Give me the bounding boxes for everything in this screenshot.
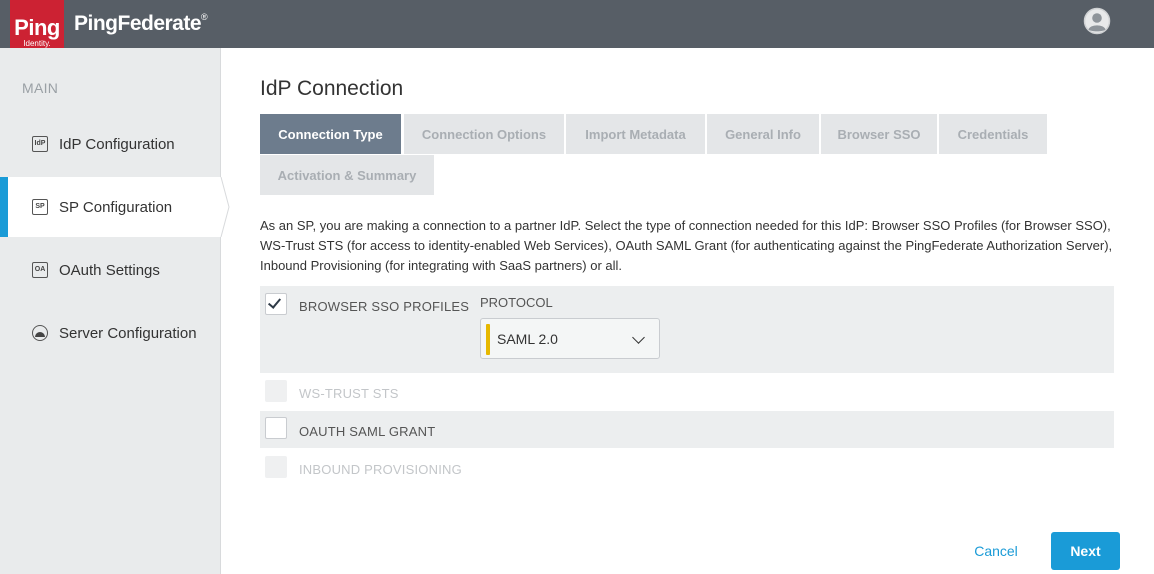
server-icon	[32, 325, 48, 341]
sp-icon: SP	[32, 199, 48, 215]
product-name-text: PingFederate	[74, 12, 202, 35]
sidebar-item-sp-configuration[interactable]: SP SP Configuration	[0, 177, 221, 237]
sidebar-item-idp-configuration[interactable]: IdP IdP Configuration	[0, 114, 221, 174]
option-row-inbound-provisioning: INBOUND PROVISIONING	[260, 449, 1114, 486]
sidebar: MAIN IdP IdP Configuration SP SP Configu…	[0, 48, 221, 574]
tab-import-metadata[interactable]: Import Metadata	[566, 114, 705, 154]
ws-trust-checkbox	[265, 380, 287, 402]
option-row-ws-trust: WS-TRUST STS	[260, 374, 1114, 411]
tab-connection-type[interactable]: Connection Type	[260, 114, 401, 154]
logo-subtext: Identity.	[23, 39, 51, 48]
ping-identity-logo[interactable]: Ping Identity.	[10, 0, 64, 52]
idp-icon: IdP	[32, 136, 48, 152]
sidebar-item-label: Server Configuration	[59, 324, 197, 342]
chevron-down-icon	[632, 331, 645, 344]
oauth-icon: OA	[32, 262, 48, 278]
sidebar-item-label: IdP Configuration	[59, 135, 175, 153]
tab-activation-summary[interactable]: Activation & Summary	[260, 155, 434, 195]
page-title: IdP Connection	[260, 77, 404, 100]
sidebar-item-label: OAuth Settings	[59, 261, 160, 279]
option-label: WS-TRUST STS	[299, 386, 399, 401]
sidebar-item-label: SP Configuration	[59, 198, 173, 216]
protocol-select[interactable]: SAML 2.0	[480, 318, 660, 359]
next-button[interactable]: Next	[1051, 532, 1120, 570]
active-indicator	[0, 177, 8, 237]
protocol-value: SAML 2.0	[497, 331, 558, 347]
tab-general-info[interactable]: General Info	[707, 114, 819, 154]
description-text: As an SP, you are making a connection to…	[260, 218, 1113, 273]
cancel-button[interactable]: Cancel	[958, 532, 1034, 570]
logo-text: Ping	[14, 15, 60, 40]
tab-browser-sso[interactable]: Browser SSO	[821, 114, 937, 154]
product-name: PingFederate®	[74, 12, 208, 36]
required-accent	[486, 324, 490, 355]
browser-sso-checkbox[interactable]	[265, 293, 287, 315]
sidebar-heading: MAIN	[22, 80, 59, 96]
option-row-oauth-saml-grant: OAUTH SAML GRANT	[260, 411, 1114, 448]
option-label: INBOUND PROVISIONING	[299, 462, 462, 477]
oauth-saml-grant-checkbox[interactable]	[265, 417, 287, 439]
user-avatar-icon[interactable]	[1083, 7, 1111, 35]
tab-connection-options[interactable]: Connection Options	[404, 114, 564, 154]
sidebar-item-oauth-settings[interactable]: OA OAuth Settings	[0, 240, 221, 300]
inbound-provisioning-checkbox	[265, 456, 287, 478]
top-bar: Ping Identity. PingFederate®	[0, 0, 1154, 52]
option-row-browser-sso: BROWSER SSO PROFILES	[260, 286, 1114, 373]
option-label: OAUTH SAML GRANT	[299, 424, 436, 439]
sidebar-item-server-configuration[interactable]: Server Configuration	[0, 303, 221, 363]
option-label: BROWSER SSO PROFILES	[299, 299, 470, 314]
registered-mark: ®	[201, 12, 208, 22]
tab-credentials[interactable]: Credentials	[939, 114, 1047, 154]
protocol-label: PROTOCOL	[480, 295, 553, 310]
checkmark-icon	[267, 295, 282, 309]
active-pointer	[220, 177, 230, 237]
